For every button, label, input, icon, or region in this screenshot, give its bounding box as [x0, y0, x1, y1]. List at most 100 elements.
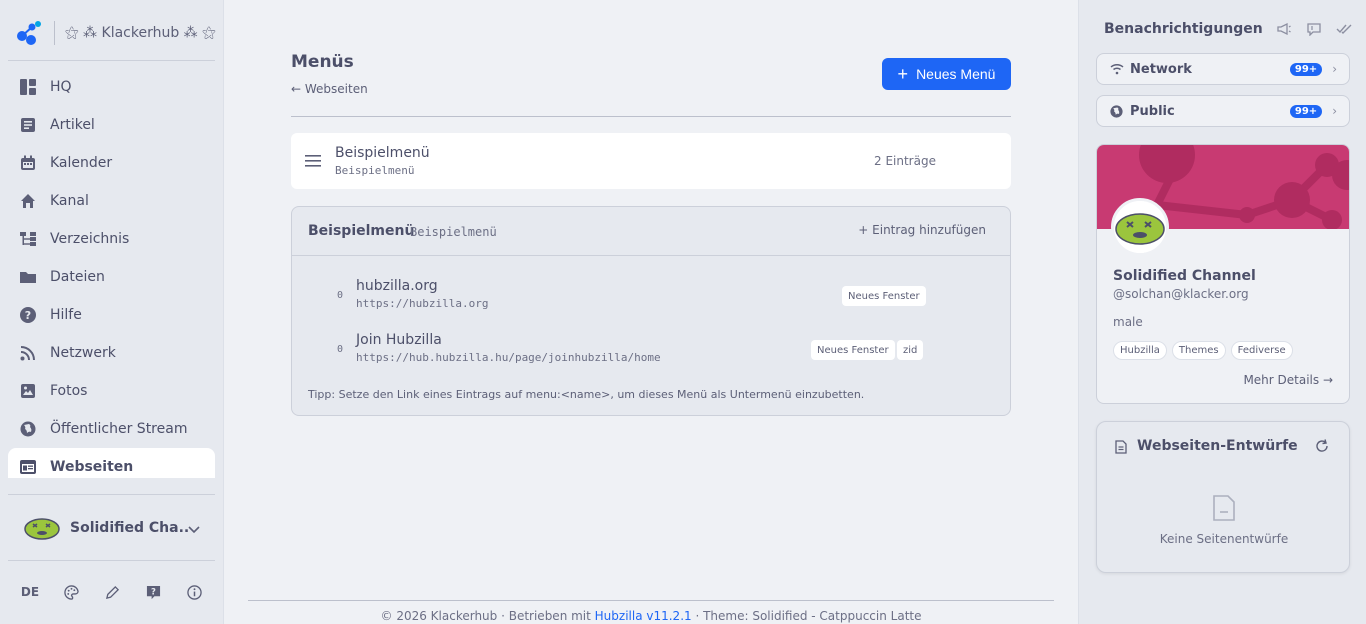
profile-card: Solidified Channel @solchan@klacker.org … [1096, 144, 1350, 404]
entries-title: Beispielmenü [308, 223, 415, 239]
sidebar-item-label: Fotos [50, 383, 88, 399]
sidebar-item-label: Webseiten [50, 459, 134, 475]
footer-prefix: © 2026 Klackerhub · Betrieben mit [380, 609, 595, 623]
footer: © 2026 Klackerhub · Betrieben mit Hubzil… [248, 609, 1054, 623]
sidebar-item-label: Öffentlicher Stream [50, 421, 188, 437]
globe-icon [19, 420, 37, 438]
plus-icon: + [897, 64, 909, 84]
sidebar-nav: HQ Artikel Kalender Kanal Verzeichnis Da… [8, 68, 215, 478]
profile-tag[interactable]: Hubzilla [1113, 341, 1167, 360]
sidebar-divider [8, 494, 215, 495]
menu-title: Beispielmenü [335, 145, 430, 161]
entry-url: https://hub.hubzilla.hu/page/joinhubzill… [356, 351, 661, 364]
profile-handle: @solchan@klacker.org [1113, 287, 1249, 301]
drafts-title: Webseiten-Entwürfe [1137, 438, 1298, 454]
channel-switcher[interactable]: Solidified Cha... [24, 512, 200, 544]
profile-tag[interactable]: Fediverse [1230, 341, 1293, 360]
sidebar-item-netzwerk[interactable]: Netzwerk [8, 334, 215, 372]
help-bubble-icon[interactable]: ? [139, 580, 167, 604]
wifi-icon [1110, 62, 1124, 76]
sidebar-item-fotos[interactable]: Fotos [8, 372, 215, 410]
calendar-icon [19, 154, 37, 172]
channel-name: Solidified Cha... [70, 520, 188, 536]
tip-text: Tipp: Setze den Link eines Eintrags auf … [308, 388, 865, 401]
brand[interactable]: ⚝ ⁂ Klackerhub ⁂ ⚝ [16, 18, 216, 48]
notification-public[interactable]: Public 99+ › [1096, 95, 1350, 127]
svg-text:?: ? [25, 309, 31, 322]
language-switcher[interactable]: DE [16, 585, 44, 599]
chevron-right-icon: › [1332, 104, 1337, 118]
sidebar-item-label: HQ [50, 79, 72, 95]
sidebar-item-kanal[interactable]: Kanal [8, 182, 215, 220]
sidebar-item-label: Kanal [50, 193, 89, 209]
chevron-down-icon [188, 519, 200, 538]
new-menu-label: Neues Menü [916, 66, 996, 82]
sidebar-item-kalender[interactable]: Kalender [8, 144, 215, 182]
profile-avatar[interactable] [1111, 198, 1169, 256]
notification-network[interactable]: Network 99+ › [1096, 53, 1350, 85]
main-content: Menüs ← Webseiten + Neues Menü Beispielm… [224, 0, 1078, 624]
sidebar-item-artikel[interactable]: Artikel [8, 106, 215, 144]
zid-badge: zid [897, 340, 924, 360]
globe-icon [1110, 104, 1124, 118]
sidebar-divider [8, 60, 215, 61]
refresh-icon[interactable] [1315, 438, 1331, 454]
empty-file-icon [1212, 494, 1236, 522]
sidebar-item-hq[interactable]: HQ [8, 68, 215, 106]
notifications-header: Benachrichtigungen [1097, 18, 1359, 40]
notification-count-badge: 99+ [1289, 104, 1323, 118]
menu-entry-row[interactable]: 0 hubzilla.org https://hubzilla.org Neue… [292, 278, 1012, 318]
add-entry-button[interactable]: + Eintrag hinzufügen [858, 223, 986, 237]
sidebar-item-dateien[interactable]: Dateien [8, 258, 215, 296]
more-details-link[interactable]: Mehr Details → [1243, 373, 1333, 387]
megaphone-icon[interactable] [1269, 19, 1299, 39]
dashboard-icon [19, 78, 37, 96]
pencil-icon[interactable] [98, 580, 126, 604]
new-menu-button[interactable]: + Neues Menü [882, 58, 1011, 90]
back-to-webpages-link[interactable]: ← Webseiten [291, 82, 368, 96]
page-title: Menüs [291, 52, 354, 72]
sidebar-item-public-stream[interactable]: Öffentlicher Stream [8, 410, 215, 448]
palette-icon[interactable] [57, 580, 85, 604]
check-all-icon[interactable] [1329, 19, 1359, 39]
menu-entry-count: 2 Einträge [874, 154, 936, 168]
menu-slug: Beispielmenü [335, 164, 415, 177]
directory-icon [19, 230, 37, 248]
sidebar-item-label: Verzeichnis [50, 231, 130, 247]
profile-name: Solidified Channel [1113, 268, 1256, 284]
hubzilla-logo-icon [16, 20, 42, 46]
entry-url: https://hubzilla.org [356, 297, 489, 310]
folder-icon [19, 268, 37, 286]
footer-divider [248, 600, 1054, 601]
brand-separator [54, 21, 55, 45]
refresh-icon[interactable] [1359, 19, 1366, 39]
footer-suffix: · Theme: Solidified - Catppuccin Latte [691, 609, 922, 623]
profile-tag[interactable]: Themes [1171, 341, 1226, 360]
entries-header: Beispielmenü Beispielmenü + Eintrag hinz… [292, 207, 1010, 256]
menu-entry-row[interactable]: 0 Join Hubzilla https://hub.hubzilla.hu/… [292, 332, 1012, 372]
entry-order: 0 [337, 290, 344, 301]
hubzilla-version-link[interactable]: Hubzilla v11.2.1 [595, 609, 692, 623]
webpage-drafts-widget: Webseiten-Entwürfe Keine Seitenentwürfe [1096, 421, 1350, 573]
sidebar-item-verzeichnis[interactable]: Verzeichnis [8, 220, 215, 258]
right-panel: Benachrichtigungen Network 99+ › Public … [1078, 0, 1366, 624]
menu-entries-panel: Beispielmenü Beispielmenü + Eintrag hinz… [291, 206, 1011, 416]
notification-actions [1269, 19, 1366, 39]
profile-gender: male [1113, 315, 1143, 329]
notification-label: Network [1130, 61, 1192, 77]
left-sidebar: ⚝ ⁂ Klackerhub ⁂ ⚝ HQ Artikel Kalender K… [0, 0, 224, 624]
entry-name: Join Hubzilla [356, 332, 442, 348]
menu-list-item[interactable]: Beispielmenü Beispielmenü 2 Einträge [291, 133, 1011, 189]
svg-text:?: ? [151, 586, 156, 596]
sidebar-item-webseiten[interactable]: Webseiten [8, 448, 215, 478]
plus-icon: + [858, 223, 873, 237]
message-icon[interactable] [1299, 19, 1329, 39]
file-icon [1115, 439, 1129, 455]
notifications-title: Benachrichtigungen [1104, 21, 1263, 37]
info-icon[interactable] [180, 580, 208, 604]
sidebar-item-label: Kalender [50, 155, 113, 171]
sidebar-divider [8, 560, 215, 561]
sidebar-tools: DE ? [16, 580, 208, 604]
sidebar-item-label: Netzwerk [50, 345, 116, 361]
sidebar-item-hilfe[interactable]: ? Hilfe [8, 296, 215, 334]
